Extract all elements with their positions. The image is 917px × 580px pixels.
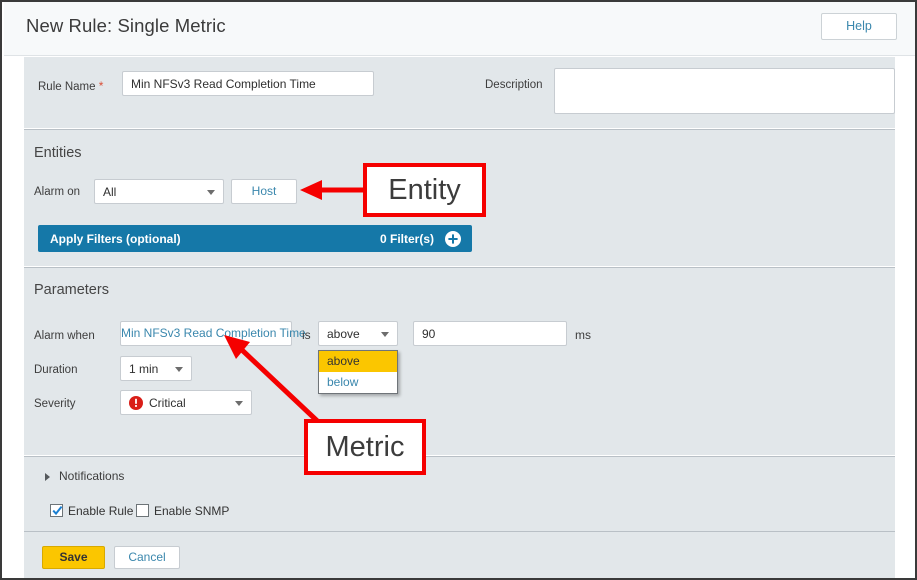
rule-name-label: Rule Name *	[38, 79, 103, 93]
alarm-when-label: Alarm when	[34, 330, 95, 342]
enable-rule-label: Enable Rule	[68, 504, 134, 518]
cancel-button[interactable]: Cancel	[114, 546, 180, 569]
comparison-option-above[interactable]: above	[319, 351, 397, 372]
apply-filters-label: Apply Filters (optional)	[50, 231, 181, 246]
duration-select[interactable]: 1 min	[120, 356, 192, 381]
comparison-select[interactable]: above	[318, 321, 398, 346]
unit-label: ms	[575, 328, 591, 342]
application-window: New Rule: Single Metric Help Rule Name *…	[0, 0, 917, 580]
comparison-value: above	[327, 326, 360, 341]
notifications-section: Notifications Enable Rule Enable SNMP	[24, 456, 895, 531]
chevron-down-icon	[235, 400, 243, 406]
duration-label: Duration	[34, 364, 78, 376]
parameters-section-title: Parameters	[34, 282, 109, 298]
enable-snmp-checkbox[interactable]	[136, 504, 149, 517]
chevron-down-icon	[381, 331, 389, 337]
enable-rule-checkbox[interactable]	[50, 504, 63, 517]
metric-annotation-box: Metric	[304, 419, 426, 475]
rule-name-input[interactable]	[122, 71, 374, 96]
alarm-on-value: All	[103, 184, 117, 199]
parameters-section: Parameters Alarm when Min NFSv3 Read Com…	[24, 267, 895, 455]
required-asterisk: *	[98, 79, 104, 93]
chevron-down-icon	[175, 366, 183, 372]
window-header: New Rule: Single Metric Help	[4, 2, 915, 56]
duration-value: 1 min	[129, 361, 159, 376]
chevron-right-icon[interactable]	[45, 473, 50, 481]
plus-circle-icon[interactable]	[445, 230, 461, 247]
comparison-option-below[interactable]: below	[319, 372, 397, 393]
severity-value: Critical	[149, 395, 186, 410]
critical-alert-icon	[129, 395, 143, 410]
is-label: is	[302, 328, 311, 342]
help-button[interactable]: Help	[821, 13, 897, 40]
comparison-dropdown-menu[interactable]: above below	[318, 350, 398, 394]
rule-name-label-text: Rule Name	[38, 81, 96, 93]
entity-tab-host[interactable]: Host	[231, 179, 297, 204]
description-label: Description	[485, 79, 543, 91]
checkmark-icon	[52, 503, 63, 516]
entity-annotation-box: Entity	[363, 163, 486, 217]
filter-count-label: 0 Filter(s)	[379, 231, 434, 246]
footer-section: Save Cancel	[24, 531, 895, 578]
save-button[interactable]: Save	[42, 546, 105, 569]
apply-filters-bar[interactable]: Apply Filters (optional) 0 Filter(s)	[38, 225, 472, 252]
threshold-input[interactable]	[413, 321, 567, 346]
alarm-on-select[interactable]: All	[94, 179, 224, 204]
chevron-down-icon	[207, 189, 215, 195]
metric-selector[interactable]: Min NFSv3 Read Completion Time	[120, 321, 306, 346]
severity-select[interactable]: Critical	[120, 390, 252, 415]
severity-label: Severity	[34, 398, 76, 410]
entities-section-title: Entities	[34, 145, 82, 161]
page-title: New Rule: Single Metric	[26, 15, 226, 36]
description-input[interactable]	[554, 68, 895, 114]
rule-name-section: Rule Name * Description	[24, 56, 895, 128]
notifications-expander-label[interactable]: Notifications	[59, 469, 124, 483]
enable-snmp-label: Enable SNMP	[154, 504, 230, 518]
alarm-on-label: Alarm on	[34, 186, 81, 198]
